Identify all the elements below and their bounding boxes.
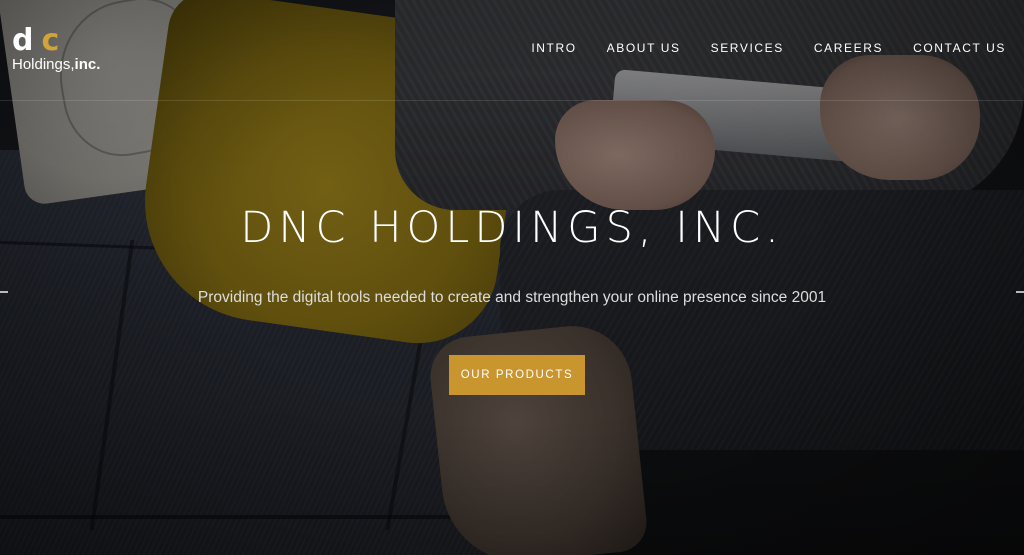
chevron-right-icon[interactable] [1016,291,1024,293]
main-nav: INTRO ABOUT US SERVICES CAREERS CONTACT … [531,41,1006,55]
logo-inc: inc. [74,56,101,73]
nav-item-careers[interactable]: CAREERS [814,41,883,55]
nav-item-intro[interactable]: INTRO [531,41,576,55]
logo-wordmark: Holdings,inc. [12,56,100,73]
nav-item-contact-us[interactable]: CONTACT US [913,41,1006,55]
chevron-left-icon[interactable] [0,291,8,293]
logo-letter-c: c [41,23,62,58]
hero-title: DNC HOLDINGS, INC. [240,203,784,253]
nav-item-about-us[interactable]: ABOUT US [607,41,681,55]
hero-subtitle: Providing the digital tools needed to cr… [197,289,827,306]
our-products-button[interactable]: OUR PRODUCTS [449,355,585,395]
logo-mark: dc [12,26,61,56]
brand-logo[interactable]: dc Holdings,inc. [12,26,112,76]
site-header: dc Holdings,inc. INTRO ABOUT US SERVICES… [0,0,1024,101]
logo-holdings: Holdings, [12,56,75,73]
nav-item-services[interactable]: SERVICES [711,41,784,55]
logo-letter-d: d [12,23,36,58]
hero-section: dc Holdings,inc. INTRO ABOUT US SERVICES… [0,0,1024,555]
